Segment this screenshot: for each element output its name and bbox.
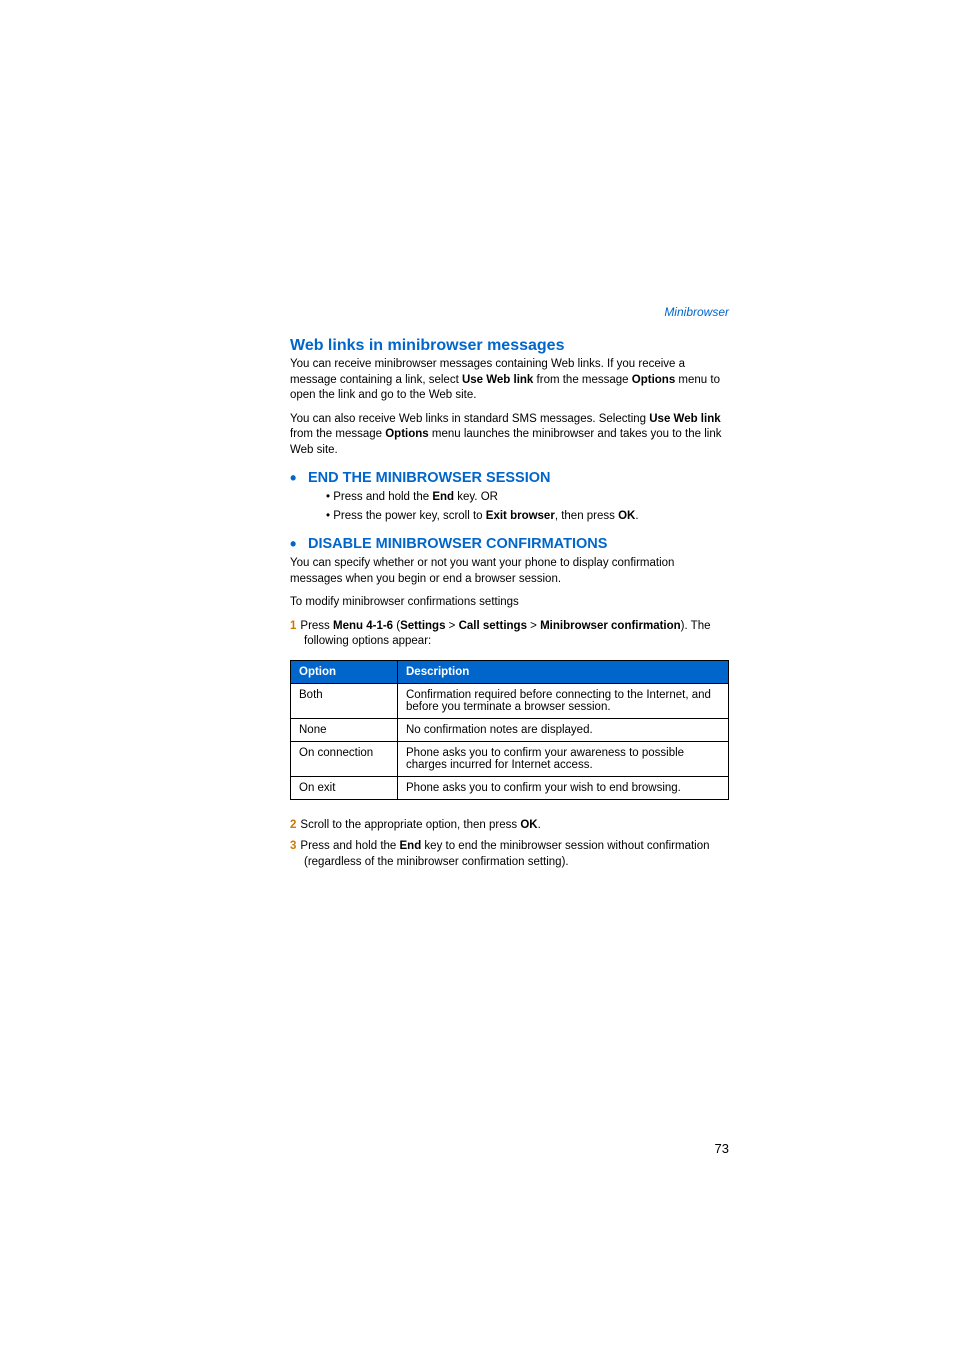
table-row: On exit Phone asks you to confirm your w… xyxy=(291,776,729,799)
table-row: Both Confirmation required before connec… xyxy=(291,683,729,718)
text-bold: Settings xyxy=(400,620,445,632)
text-bold: Minibrowser confirmation xyxy=(540,620,681,632)
breadcrumb: Minibrowser xyxy=(290,305,729,319)
text: You can also receive Web links in standa… xyxy=(290,413,649,425)
step-2: 2Scroll to the appropriate option, then … xyxy=(290,818,729,834)
text: Press the power key, scroll to xyxy=(333,510,486,522)
options-table: Option Description Both Confirmation req… xyxy=(290,660,729,800)
cell-option: On connection xyxy=(291,741,398,776)
text-bold: Use Web link xyxy=(462,374,533,386)
text-bold: OK xyxy=(520,819,537,831)
text-bold: Menu 4-1-6 xyxy=(333,620,393,632)
text: . xyxy=(635,510,638,522)
text: > xyxy=(527,620,540,632)
text: Press xyxy=(300,620,333,632)
end-bullet-1: Press and hold the End key. OR xyxy=(326,490,729,506)
text: > xyxy=(445,620,458,632)
table-row: None No confirmation notes are displayed… xyxy=(291,718,729,741)
text: Press and hold the xyxy=(333,491,432,503)
text-bold: Exit browser xyxy=(486,510,555,522)
text-bold: End xyxy=(432,491,454,503)
cell-option: None xyxy=(291,718,398,741)
text-bold: OK xyxy=(618,510,635,522)
bullet-icon: • xyxy=(290,474,308,483)
heading-text: END THE MINIBROWSER SESSION xyxy=(308,470,551,486)
table-header-row: Option Description xyxy=(291,660,729,683)
text: from the message xyxy=(290,428,385,440)
heading-web-links: Web links in minibrowser messages xyxy=(290,337,729,355)
step-number: 3 xyxy=(290,840,300,852)
text: from the message xyxy=(533,374,631,386)
cell-description: No confirmation notes are displayed. xyxy=(398,718,729,741)
text: key. OR xyxy=(454,491,498,503)
text-bold: Use Web link xyxy=(649,413,720,425)
heading-end-session: •END THE MINIBROWSER SESSION xyxy=(290,470,729,486)
heading-text: DISABLE MINIBROWSER CONFIRMATIONS xyxy=(308,536,607,552)
header-description: Description xyxy=(398,660,729,683)
heading-disable-confirmations: •DISABLE MINIBROWSER CONFIRMATIONS xyxy=(290,536,729,552)
text-bold: Call settings xyxy=(459,620,527,632)
step-1: 1Press Menu 4-1-6 (Settings > Call setti… xyxy=(290,619,729,650)
cell-option: On exit xyxy=(291,776,398,799)
step-3: 3Press and hold the End key to end the m… xyxy=(290,839,729,870)
cell-description: Phone asks you to confirm your wish to e… xyxy=(398,776,729,799)
cell-option: Both xyxy=(291,683,398,718)
text-bold: Options xyxy=(632,374,675,386)
text: Press and hold the xyxy=(300,840,399,852)
weblinks-paragraph-2: You can also receive Web links in standa… xyxy=(290,412,729,459)
disable-paragraph-2: To modify minibrowser confirmations sett… xyxy=(290,595,729,611)
disable-paragraph-1: You can specify whether or not you want … xyxy=(290,556,729,587)
step-number: 2 xyxy=(290,819,300,831)
header-option: Option xyxy=(291,660,398,683)
page-number: 73 xyxy=(715,1141,729,1156)
text: . xyxy=(538,819,541,831)
text: Scroll to the appropriate option, then p… xyxy=(300,819,520,831)
text-bold: Options xyxy=(385,428,428,440)
cell-description: Confirmation required before connecting … xyxy=(398,683,729,718)
weblinks-paragraph-1: You can receive minibrowser messages con… xyxy=(290,357,729,404)
text: , then press xyxy=(555,510,618,522)
cell-description: Phone asks you to confirm your awareness… xyxy=(398,741,729,776)
table-row: On connection Phone asks you to confirm … xyxy=(291,741,729,776)
text-bold: End xyxy=(400,840,422,852)
end-bullet-2: Press the power key, scroll to Exit brow… xyxy=(326,509,729,525)
bullet-icon: • xyxy=(290,540,308,549)
step-number: 1 xyxy=(290,620,300,632)
